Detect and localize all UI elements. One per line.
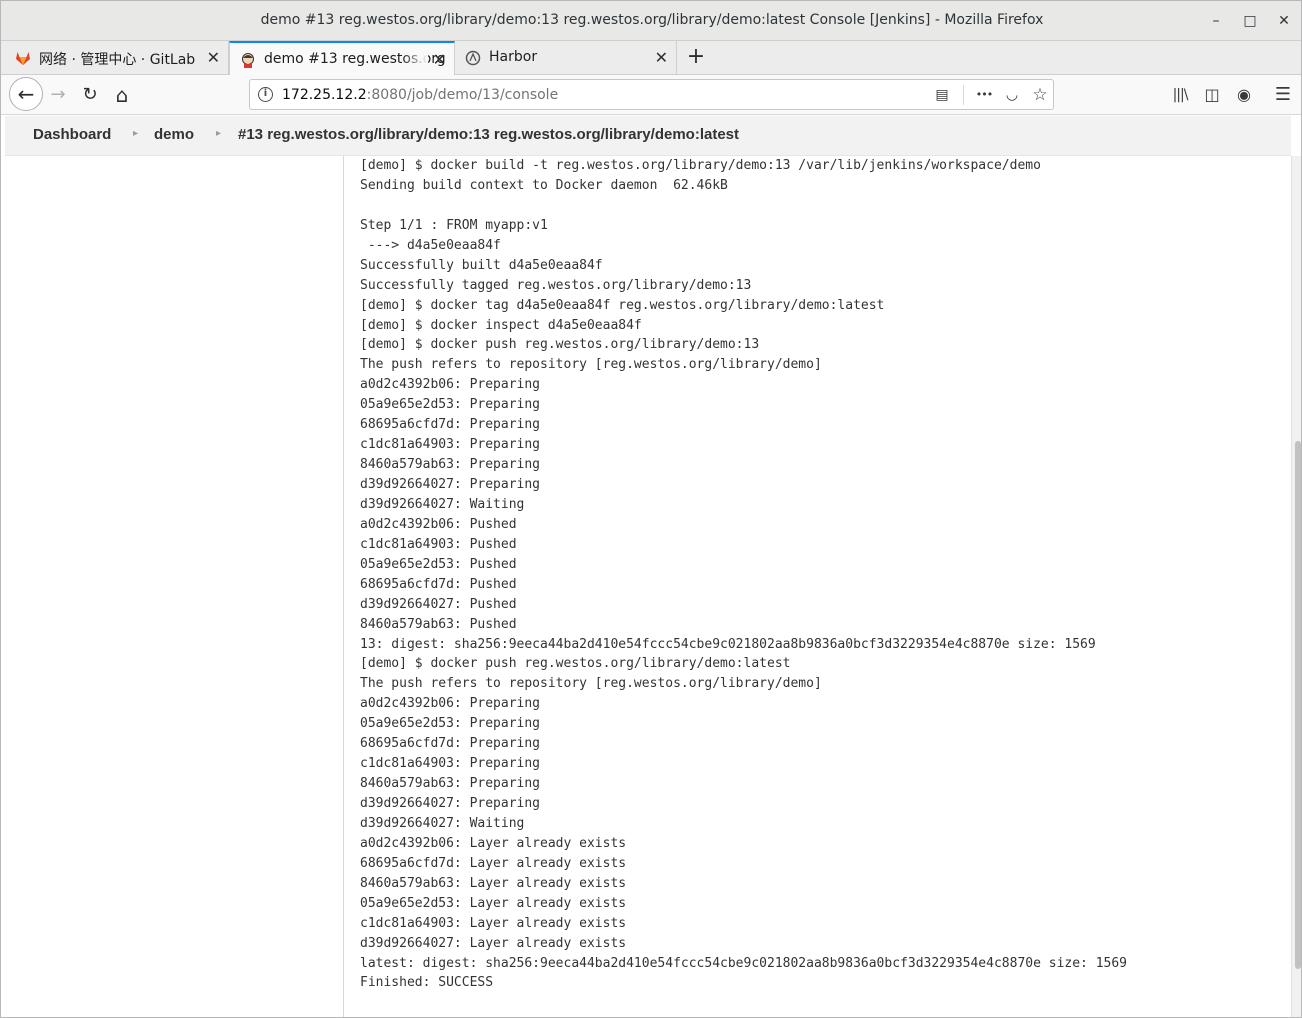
console-line: [demo] $ docker build -t reg.westos.org/… [360,158,1041,173]
scrollbar[interactable] [1291,156,1301,1017]
console-line: 68695a6cfd7d: Preparing [360,736,541,752]
url-bar[interactable]: i 172.25.12.2:8080/job/demo/13/console ▤… [249,79,1054,110]
console-line: Successfully tagged reg.westos.org/libra… [360,277,752,293]
breadcrumb: Dashboard ▸ demo ▸ #13 reg.westos.org/li… [5,116,1291,156]
console-line: c1dc81a64903: Layer already exists [360,915,627,931]
maximize-button[interactable]: □ [1240,11,1260,31]
forward-button[interactable]: → [43,80,73,110]
library-icon[interactable]: |||\ [1168,83,1192,107]
console-line: a0d2c4392b06: Preparing [360,696,541,712]
tab-label: Harbor [489,49,538,65]
console-line: d39d92664027: Waiting [360,815,525,831]
console-line: 13: digest: sha256:9eeca44ba2d410e54fccc… [360,636,1096,652]
console-line: d39d92664027: Preparing [360,477,541,492]
console-line: [demo] $ docker tag d4a5e0eaa84f reg.wes… [360,297,885,313]
console-line: 05a9e65e2d53: Pushed [360,556,517,572]
tab-jenkins-console[interactable]: demo #13 reg.westos.org ✕ [229,41,455,75]
tab-strip: 网络 · 管理中心 · GitLab ✕ demo #13 reg.westos… [1,41,1301,75]
console-line: The push refers to repository [reg.westo… [360,357,822,373]
navigation-bar: ← → ↻ ⌂ i 172.25.12.2:8080/job/demo/13/c… [1,75,1301,115]
sidebar-toggle-icon[interactable]: ◫ [1200,83,1224,107]
scrollbar-thumb[interactable] [1295,441,1301,969]
console-line: 8460a579ab63: Pushed [360,616,517,632]
console-line: Sending build context to Docker daemon 6… [360,177,728,193]
new-tab-button[interactable]: + [681,45,711,71]
console-line: [demo] $ docker inspect d4a5e0eaa84f [360,317,642,333]
url-text[interactable]: 172.25.12.2:8080/job/demo/13/console [282,87,558,103]
close-window-button[interactable]: ✕ [1274,11,1294,31]
close-tab-icon[interactable]: ✕ [655,48,668,67]
console-line: c1dc81a64903: Preparing [360,756,541,772]
console-line: Finished: SUCCESS [360,975,494,991]
tab-label: 网络 · 管理中心 · GitLab [39,52,196,68]
jenkins-icon [240,52,256,68]
console-line: 05a9e65e2d53: Preparing [360,397,541,413]
url-path: :8080/job/demo/13/console [366,87,559,103]
console-line: a0d2c4392b06: Preparing [360,377,541,393]
account-icon[interactable]: ◉ [1232,83,1256,107]
console-line: 8460a579ab63: Layer already exists [360,875,627,891]
console-line: a0d2c4392b06: Layer already exists [360,835,627,851]
console-line: d39d92664027: Pushed [360,596,517,612]
console-line: 68695a6cfd7d: Preparing [360,417,541,433]
page-actions-icon[interactable]: ••• [971,84,997,106]
console-line: a0d2c4392b06: Pushed [360,516,517,532]
console-line: 8460a579ab63: Preparing [360,457,541,473]
harbor-icon [465,50,481,66]
console-line: latest: digest: sha256:9eeca44ba2d410e54… [360,955,1128,971]
gitlab-icon [15,50,31,66]
console-line: c1dc81a64903: Pushed [360,536,517,552]
console-line: c1dc81a64903: Preparing [360,437,541,453]
console-line: The push refers to repository [reg.westo… [360,676,822,692]
console-line: d39d92664027: Layer already exists [360,935,627,951]
site-info-icon[interactable]: i [258,87,273,102]
breadcrumb-demo[interactable]: demo [154,126,194,143]
console-line: 68695a6cfd7d: Layer already exists [360,855,627,871]
tab-gitlab[interactable]: 网络 · 管理中心 · GitLab ✕ [5,41,229,75]
close-tab-icon[interactable]: ✕ [207,48,220,67]
title-bar: demo #13 reg.westos.org/library/demo:13 … [1,1,1301,41]
console-line: 05a9e65e2d53: Preparing [360,716,541,732]
console-line: Step 1/1 : FROM myapp:v1 [360,217,548,233]
home-button[interactable]: ⌂ [107,80,137,110]
console-line: Successfully built d4a5e0eaa84f [360,257,603,273]
hamburger-menu-icon[interactable]: ☰ [1271,83,1295,107]
console-line: 05a9e65e2d53: Layer already exists [360,895,627,911]
console-line: 68695a6cfd7d: Pushed [360,576,517,592]
console-line: d39d92664027: Waiting [360,496,525,512]
console-line: [demo] $ docker push reg.westos.org/libr… [360,337,760,353]
tab-harbor[interactable]: Harbor ✕ [455,41,677,75]
reader-view-icon[interactable]: ▤ [931,84,953,106]
breadcrumb-separator-icon: ▸ [133,128,139,139]
back-button[interactable]: ← [9,77,43,111]
side-panel [5,156,344,1017]
console-line: [demo] $ docker push reg.westos.org/libr… [360,656,791,672]
pocket-icon[interactable]: ◡ [1001,84,1023,106]
breadcrumb-build[interactable]: #13 reg.westos.org/library/demo:13 reg.w… [238,126,739,143]
firefox-window: demo #13 reg.westos.org/library/demo:13 … [0,0,1302,1018]
console-output: [demo] $ docker build -t reg.westos.org/… [360,156,1285,993]
close-tab-icon[interactable]: ✕ [433,50,446,69]
window-title: demo #13 reg.westos.org/library/demo:13 … [260,12,1044,28]
breadcrumb-dashboard[interactable]: Dashboard [33,126,111,143]
reload-button[interactable]: ↻ [75,80,105,110]
console-line: 8460a579ab63: Preparing [360,776,541,792]
url-host: 172.25.12.2 [282,87,367,103]
console-line: d39d92664027: Preparing [360,796,541,811]
breadcrumb-separator-icon: ▸ [216,128,222,139]
minimize-button[interactable]: – [1206,11,1226,31]
console-line: ---> d4a5e0eaa84f [360,237,501,253]
bookmark-star-icon[interactable]: ☆ [1029,84,1051,106]
page-content: [demo] $ docker build -t reg.westos.org/… [5,156,1291,1017]
